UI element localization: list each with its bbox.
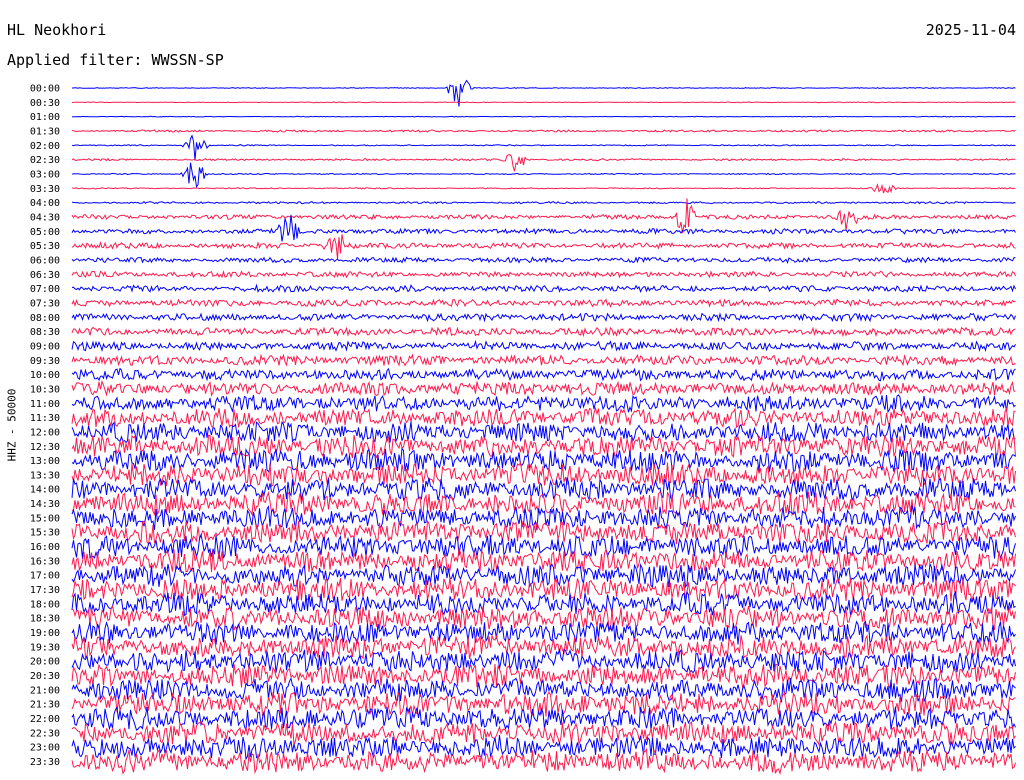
time-tick-label: 20:00 — [30, 657, 60, 668]
time-tick-label: 16:30 — [30, 556, 60, 567]
helicorder-plot: 00:00 00:30 01:00 01:30 02:00 02:30 03:00 03:30… — [30, 79, 1016, 776]
time-tick-label: 14:30 — [30, 499, 60, 510]
seismic-trace — [71, 154, 1016, 172]
seismic-trace — [71, 406, 1016, 429]
time-tick-label: 02:30 — [30, 155, 60, 166]
time-tick-label: 06:00 — [30, 255, 60, 266]
time-tick-label: 18:00 — [30, 599, 60, 610]
seismic-trace — [71, 283, 1016, 294]
time-tick-label: 18:30 — [30, 614, 60, 625]
seismic-trace — [71, 339, 1016, 353]
seismic-trace — [71, 590, 1016, 617]
seismic-trace — [71, 101, 1016, 104]
time-tick-label: 20:30 — [30, 671, 60, 682]
seismic-trace — [71, 747, 1016, 776]
time-tick-label: 16:00 — [30, 542, 60, 553]
seismic-trace — [71, 234, 1016, 260]
time-tick-label: 22:00 — [30, 714, 60, 725]
seismic-trace — [71, 134, 1016, 161]
seismic-trace — [71, 312, 1016, 323]
time-tick-label: 10:30 — [30, 384, 60, 395]
time-tick-label: 13:30 — [30, 470, 60, 481]
time-tick-label: 15:00 — [30, 513, 60, 524]
trace-group — [71, 79, 1016, 776]
seismic-trace — [71, 434, 1016, 459]
time-tick-label: 03:00 — [30, 169, 60, 180]
time-tick-label: 15:30 — [30, 528, 60, 539]
time-tick-label: 08:00 — [30, 313, 60, 324]
time-tick-label: 12:30 — [30, 442, 60, 453]
seismic-trace — [71, 298, 1016, 308]
time-tick-label: 00:00 — [30, 84, 60, 95]
time-tick-label: 12:00 — [30, 427, 60, 438]
time-tick-label: 22:30 — [30, 728, 60, 739]
time-tick-label: 10:00 — [30, 370, 60, 381]
time-tick-label: 13:00 — [30, 456, 60, 467]
time-tick-label: 17:30 — [30, 585, 60, 596]
time-tick-label: 06:30 — [30, 270, 60, 281]
time-tick-label: 19:30 — [30, 642, 60, 653]
time-tick-label: 03:30 — [30, 184, 60, 195]
time-tick-label: 05:30 — [30, 241, 60, 252]
seismic-trace — [71, 269, 1016, 279]
time-tick-group: 00:00 00:30 01:00 01:30 02:00 02:30 03:00 03:30… — [30, 84, 60, 769]
seismic-trace — [71, 447, 1016, 474]
time-tick-label: 07:30 — [30, 298, 60, 309]
time-tick-label: 21:00 — [30, 685, 60, 696]
seismic-trace — [71, 353, 1016, 367]
time-tick-label: 02:00 — [30, 141, 60, 152]
seismic-trace — [71, 505, 1016, 530]
time-tick-label: 11:30 — [30, 413, 60, 424]
time-tick-label: 14:00 — [30, 485, 60, 496]
time-tick-label: 23:00 — [30, 743, 60, 754]
time-tick-label: 01:00 — [30, 112, 60, 123]
seismic-trace — [72, 115, 1016, 118]
time-tick-label: 09:00 — [30, 341, 60, 352]
time-tick-label: 19:00 — [30, 628, 60, 639]
time-tick-label: 17:00 — [30, 571, 60, 582]
seismic-trace — [71, 200, 1016, 205]
seismic-trace — [71, 129, 1016, 133]
seismic-trace — [71, 162, 1016, 189]
time-tick-label: 11:00 — [30, 399, 60, 410]
seismic-trace — [71, 326, 1016, 338]
time-tick-label: 01:30 — [30, 126, 60, 137]
time-tick-label: 04:00 — [30, 198, 60, 209]
time-tick-label: 23:30 — [30, 757, 60, 768]
time-tick-label: 21:30 — [30, 700, 60, 711]
seismic-trace — [71, 183, 1016, 194]
time-tick-label: 05:00 — [30, 227, 60, 238]
time-tick-label: 04:30 — [30, 212, 60, 223]
seismic-trace — [71, 198, 1016, 234]
seismic-trace — [71, 394, 1016, 414]
time-tick-label: 09:30 — [30, 356, 60, 367]
seismic-trace — [71, 379, 1016, 397]
seismic-trace — [71, 256, 1016, 264]
seismic-trace — [71, 367, 1016, 382]
time-tick-label: 00:30 — [30, 98, 60, 109]
time-tick-label: 07:00 — [30, 284, 60, 295]
time-tick-label: 08:30 — [30, 327, 60, 338]
